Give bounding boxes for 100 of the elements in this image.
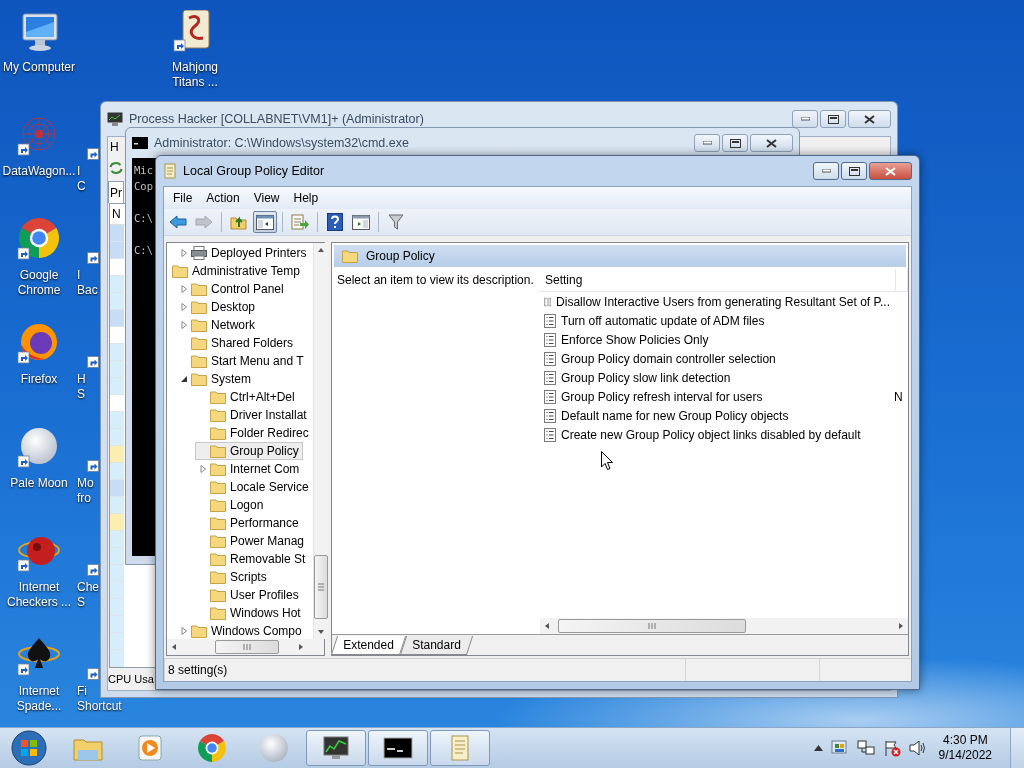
shortcut-label[interactable]: C: [77, 179, 86, 194]
tab[interactable]: Standard: [399, 636, 473, 655]
collapsed-arrow-icon[interactable]: [180, 321, 188, 329]
shortcut-label[interactable]: fro: [77, 491, 91, 506]
tree-item[interactable]: Ctrl+Alt+Del: [195, 388, 299, 406]
folder-icon: [191, 372, 207, 386]
taskbar-button[interactable]: [306, 730, 366, 766]
maximize-button[interactable]: [841, 162, 867, 180]
tree-item[interactable]: Administrative Temp: [171, 262, 304, 280]
shortcut-label[interactable]: Checkers ...: [7, 595, 71, 610]
tree-item[interactable]: Windows Compo: [176, 622, 306, 640]
setting-item[interactable]: Default name for new Group Policy objects: [540, 408, 890, 423]
tree-item[interactable]: Removable St: [195, 550, 310, 568]
tree-item[interactable]: Network: [176, 316, 259, 334]
taskbar-button[interactable]: [368, 730, 428, 766]
scroll-thumb[interactable]: [215, 640, 279, 654]
horizontal-scrollbar[interactable]: [540, 618, 908, 634]
shortcut-label[interactable]: H: [77, 372, 86, 387]
shortcut-label[interactable]: I: [77, 268, 81, 283]
collapsed-arrow-icon[interactable]: [180, 249, 188, 257]
tree-item[interactable]: Deployed Printers: [176, 244, 311, 262]
tree-item[interactable]: Internet Com: [195, 460, 304, 478]
tree-item[interactable]: Start Menu and T: [176, 352, 308, 370]
scroll-thumb[interactable]: [558, 619, 746, 633]
setting-item[interactable]: Turn off automatic update of ADM files: [540, 313, 890, 328]
show-desktop-button[interactable]: [1010, 728, 1024, 768]
shortcut-label[interactable]: DataWagon...: [2, 164, 76, 179]
shortcut-label[interactable]: Firefox: [20, 372, 58, 387]
shortcut-label[interactable]: My Computer: [3, 60, 75, 75]
setting-item[interactable]: Group Policy refresh interval for users: [540, 389, 890, 404]
shortcut-label[interactable]: Spade...: [16, 699, 62, 714]
export-list-button[interactable]: [288, 211, 312, 233]
shortcut-label[interactable]: Titans ...: [172, 75, 218, 90]
setting-item[interactable]: Group Policy domain controller selection: [540, 351, 890, 366]
setting-item[interactable]: Group Policy slow link detection: [540, 370, 890, 385]
horizontal-scrollbar[interactable]: [167, 639, 324, 655]
tree-item[interactable]: Locale Service: [195, 478, 313, 496]
setting-item[interactable]: Enforce Show Policies Only: [540, 332, 890, 347]
tree-item[interactable]: Windows Hot: [195, 604, 305, 622]
shortcut-arrow-icon: [87, 148, 99, 160]
shortcut-label[interactable]: Shortcut: [77, 699, 122, 714]
menu-item[interactable]: Action: [199, 187, 247, 209]
shortcut-label[interactable]: Chrome: [17, 283, 61, 298]
shortcut-label[interactable]: Mo: [77, 476, 94, 491]
setting-icon: [544, 427, 556, 442]
setting-item[interactable]: Disallow Interactive Users from generating Resultant Set of P...: [540, 294, 890, 309]
shortcut-label[interactable]: S: [77, 387, 85, 402]
close-button[interactable]: [848, 110, 891, 128]
shortcut-label[interactable]: Pale Moon: [10, 476, 68, 491]
tab[interactable]: Pr: [108, 181, 124, 203]
tree-item[interactable]: Desktop: [176, 298, 260, 316]
tab[interactable]: Extended: [330, 636, 406, 655]
toggle-tree-button[interactable]: [253, 211, 277, 233]
close-button[interactable]: [750, 134, 793, 152]
collapsed-arrow-icon[interactable]: [180, 303, 188, 311]
menu-item[interactable]: File: [166, 187, 200, 209]
clock[interactable]: 4:30 PM 9/14/2022: [934, 733, 996, 763]
collapsed-arrow-icon[interactable]: [180, 285, 188, 293]
tree-item[interactable]: Group Policy: [195, 442, 303, 460]
collapsed-arrow-icon[interactable]: [180, 627, 188, 635]
maximize-button[interactable]: [820, 110, 846, 128]
tree-item[interactable]: User Profiles: [195, 586, 303, 604]
minimize-button[interactable]: [813, 162, 839, 180]
close-button[interactable]: [869, 162, 912, 180]
collapsed-arrow-icon[interactable]: [199, 465, 207, 473]
tree-item[interactable]: Driver Installat: [195, 406, 311, 424]
expanded-arrow-icon[interactable]: [180, 375, 188, 383]
shortcut-label[interactable]: S: [77, 595, 85, 610]
column-header[interactable]: Setting: [540, 269, 896, 291]
show-hidden-icons-button[interactable]: [813, 745, 823, 751]
shortcut-label[interactable]: Google: [19, 268, 59, 283]
maximize-button[interactable]: [722, 134, 748, 152]
shortcut-label[interactable]: Mahjong: [172, 60, 218, 75]
menu-item[interactable]: H: [108, 137, 121, 157]
shortcut-label[interactable]: Internet: [18, 580, 60, 595]
menu-item[interactable]: Help: [286, 187, 326, 209]
shortcut-label[interactable]: I: [77, 164, 81, 179]
action-center-button[interactable]: [882, 739, 901, 757]
vertical-scrollbar[interactable]: [312, 243, 328, 639]
volume-button[interactable]: [908, 740, 927, 756]
tree-item[interactable]: Performance: [195, 514, 303, 532]
tray-icon-button[interactable]: [830, 740, 849, 756]
setting-item[interactable]: Create new Group Policy object links disabled by default: [540, 427, 890, 442]
column-header[interactable]: N: [112, 207, 121, 221]
menu-item[interactable]: View: [246, 187, 287, 209]
shortcut-arrow-icon: [87, 460, 99, 472]
tree-item[interactable]: Power Manag: [195, 532, 309, 550]
tree-item[interactable]: System: [176, 370, 255, 388]
shortcut-label[interactable]: Bac: [77, 283, 98, 298]
tree-item[interactable]: Folder Redirec: [195, 424, 313, 442]
tree-item[interactable]: Shared Folders: [176, 334, 298, 352]
tree-item[interactable]: Control Panel: [176, 280, 288, 298]
tree-item[interactable]: Scripts: [195, 568, 271, 586]
scroll-thumb[interactable]: [313, 555, 328, 619]
shortcut-label[interactable]: Che: [77, 580, 99, 595]
shortcut-label[interactable]: Internet: [18, 684, 60, 699]
refresh-icon[interactable]: [109, 161, 123, 175]
shortcut-label[interactable]: Fi: [77, 684, 87, 699]
network-button[interactable]: [856, 740, 875, 756]
tree-item[interactable]: Logon: [195, 496, 268, 514]
